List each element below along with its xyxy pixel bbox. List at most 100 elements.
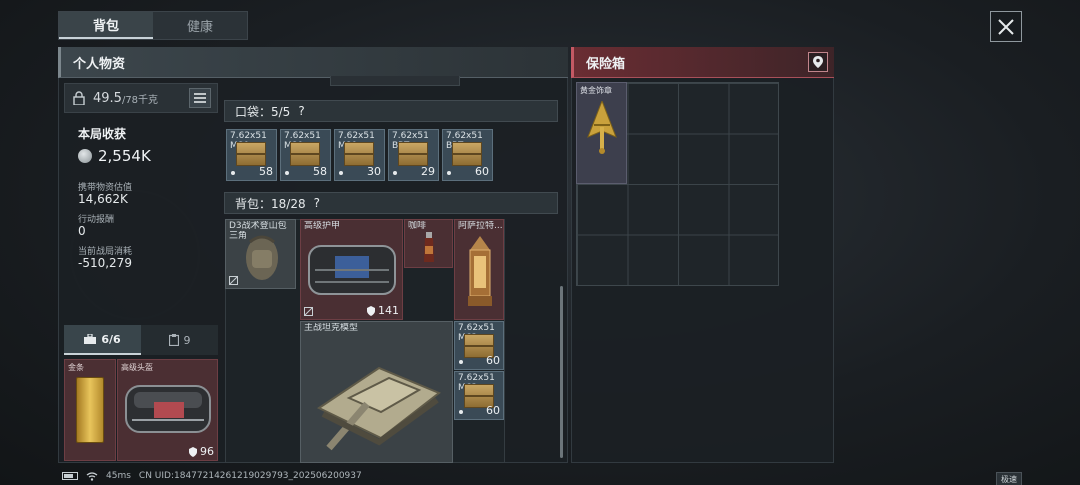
backpack-item-tank-model[interactable]: 主战坦克模型 bbox=[300, 321, 453, 463]
tank-model-icon bbox=[316, 366, 441, 451]
stats-value: 2,554K bbox=[98, 147, 151, 165]
equipment-tabs: 6/6 9 bbox=[64, 325, 218, 355]
ammo-crate-icon bbox=[290, 142, 320, 166]
backpack-item-m62-1[interactable]: 7.62x51 M62 60 bbox=[454, 321, 504, 370]
item-count: 60 bbox=[486, 404, 500, 417]
item-count: 58 bbox=[313, 165, 327, 178]
backpack-item-m62-2[interactable]: 7.62x51 M62 60 bbox=[454, 371, 504, 420]
equipment-slot-gold-bar[interactable]: 金条 bbox=[64, 359, 116, 461]
item-label: 金条 bbox=[68, 363, 84, 372]
backpack-item-coffee[interactable]: 咖啡 bbox=[404, 219, 453, 268]
shield-icon bbox=[367, 305, 375, 316]
item-count: 29 bbox=[421, 165, 435, 178]
backpack-icon bbox=[246, 235, 278, 280]
backpack-header: 背包：18/28 ? bbox=[224, 192, 558, 214]
tab-notes[interactable]: 9 bbox=[141, 325, 218, 355]
item-label: 黄金饰章 bbox=[580, 86, 612, 95]
stack-dot-icon bbox=[459, 410, 463, 414]
help-icon[interactable]: ? bbox=[298, 104, 304, 118]
cost-value: -510,279 bbox=[78, 256, 132, 270]
weight-unit: /78千克 bbox=[121, 94, 159, 106]
backpack-item-lantern[interactable]: 阿萨拉特... bbox=[454, 219, 504, 320]
item-count: 58 bbox=[259, 165, 273, 178]
lantern-icon bbox=[468, 236, 492, 306]
close-icon bbox=[998, 18, 1014, 35]
durability-value: 96 bbox=[200, 445, 214, 458]
stack-dot-icon bbox=[231, 171, 235, 175]
tab-equipment-label: 6/6 bbox=[101, 332, 121, 346]
equipment-slot-helmet[interactable]: 高级头盔 96 bbox=[117, 359, 218, 461]
stats-value-row: 2,554K bbox=[78, 147, 151, 165]
speed-badge[interactable]: 极速 bbox=[996, 472, 1022, 485]
coin-icon bbox=[78, 149, 92, 163]
coffee-icon bbox=[424, 232, 434, 262]
partial-row-top bbox=[330, 76, 460, 86]
backpack-item-armor[interactable]: 高级护甲 141 bbox=[300, 219, 403, 320]
tab-equipment[interactable]: 6/6 bbox=[64, 325, 141, 355]
weight-value: 49.5 bbox=[93, 90, 122, 106]
item-label: 咖啡 bbox=[408, 221, 427, 231]
close-button[interactable] bbox=[990, 11, 1022, 42]
weight-lock-icon bbox=[73, 91, 85, 105]
wifi-icon bbox=[86, 471, 98, 481]
toolbox-icon bbox=[84, 334, 97, 344]
pocket-title: 口袋：5/5 bbox=[235, 104, 291, 119]
item-label: 高级护甲 bbox=[304, 221, 341, 231]
stack-dot-icon bbox=[285, 171, 289, 175]
item-count: 30 bbox=[367, 165, 381, 178]
no-insure-icon bbox=[229, 276, 238, 285]
armor-icon bbox=[308, 245, 396, 295]
location-button[interactable] bbox=[808, 52, 828, 72]
gold-bar-icon bbox=[76, 377, 104, 443]
clipboard-icon bbox=[168, 334, 179, 346]
safe-title: 保险箱 bbox=[586, 56, 626, 72]
backpack-item-mountain-pack[interactable]: D3战术登山包 三角 bbox=[225, 219, 296, 289]
location-pin-icon bbox=[813, 56, 823, 68]
shield-icon bbox=[189, 446, 197, 457]
gold-emblem-icon bbox=[587, 101, 617, 154]
tab-backpack[interactable]: 背包 bbox=[59, 12, 153, 39]
pocket-item-4[interactable]: 7.62x51 BPZ 29 bbox=[388, 129, 439, 181]
top-tabs: 背包 健康 bbox=[58, 11, 248, 40]
stack-dot-icon bbox=[447, 171, 451, 175]
help-icon[interactable]: ? bbox=[314, 196, 320, 210]
personal-title: 个人物资 bbox=[73, 56, 126, 72]
pocket-item-2[interactable]: 7.62x51 M80 58 bbox=[280, 129, 331, 181]
status-bar: 45ms CN UID:18477214261219029793_2025062… bbox=[0, 467, 1080, 485]
stack-dot-icon bbox=[393, 171, 397, 175]
backpack-title: 背包：18/28 bbox=[235, 196, 306, 211]
ping-text: 45ms bbox=[106, 471, 131, 481]
pocket-item-3[interactable]: 7.62x51 M80 30 bbox=[334, 129, 385, 181]
inventory-scroll-area[interactable]: 口袋：5/5 ? 7.62x51 M80 58 7.62x51 M80 58 7… bbox=[222, 76, 564, 463]
stats-title: 本局收获 bbox=[78, 127, 127, 141]
item-count: 60 bbox=[486, 354, 500, 367]
item-count: 60 bbox=[475, 165, 489, 178]
scrollbar[interactable] bbox=[560, 286, 563, 458]
battery-icon bbox=[62, 472, 78, 480]
list-icon bbox=[194, 93, 206, 103]
item-label: 阿萨拉特... bbox=[458, 221, 503, 231]
ammo-crate-icon bbox=[344, 142, 374, 166]
item-label: 主战坦克模型 bbox=[304, 323, 359, 333]
session-stats: 本局收获 2,554K 携带物资估值 14,662K 行动报酬 0 当前战局消耗… bbox=[64, 116, 218, 316]
pocket-header: 口袋：5/5 ? bbox=[224, 100, 558, 122]
safe-item-gold-emblem[interactable]: 黄金饰章 bbox=[576, 82, 627, 184]
ammo-crate-icon bbox=[452, 142, 482, 166]
tab-health[interactable]: 健康 bbox=[153, 12, 247, 39]
personal-header: 个人物资 bbox=[58, 47, 568, 78]
stack-dot-icon bbox=[459, 360, 463, 364]
tab-notes-label: 9 bbox=[183, 333, 191, 347]
weight-display: 49.5/78千克 bbox=[64, 83, 218, 113]
durability-readout: 141 bbox=[367, 304, 399, 317]
pocket-item-5[interactable]: 7.62x51 BPZ 60 bbox=[442, 129, 493, 181]
carry-value: 14,662K bbox=[78, 192, 128, 206]
helmet-icon bbox=[125, 385, 211, 433]
list-button[interactable] bbox=[189, 88, 211, 108]
durability-readout: 96 bbox=[189, 445, 214, 458]
safe-header: 保险箱 bbox=[571, 47, 834, 78]
item-label: 高级头盔 bbox=[121, 363, 153, 372]
pocket-item-1[interactable]: 7.62x51 M80 58 bbox=[226, 129, 277, 181]
stack-dot-icon bbox=[339, 171, 343, 175]
ammo-crate-icon bbox=[398, 142, 428, 166]
uid-text: CN UID:18477214261219029793_202506200937 bbox=[138, 471, 362, 481]
